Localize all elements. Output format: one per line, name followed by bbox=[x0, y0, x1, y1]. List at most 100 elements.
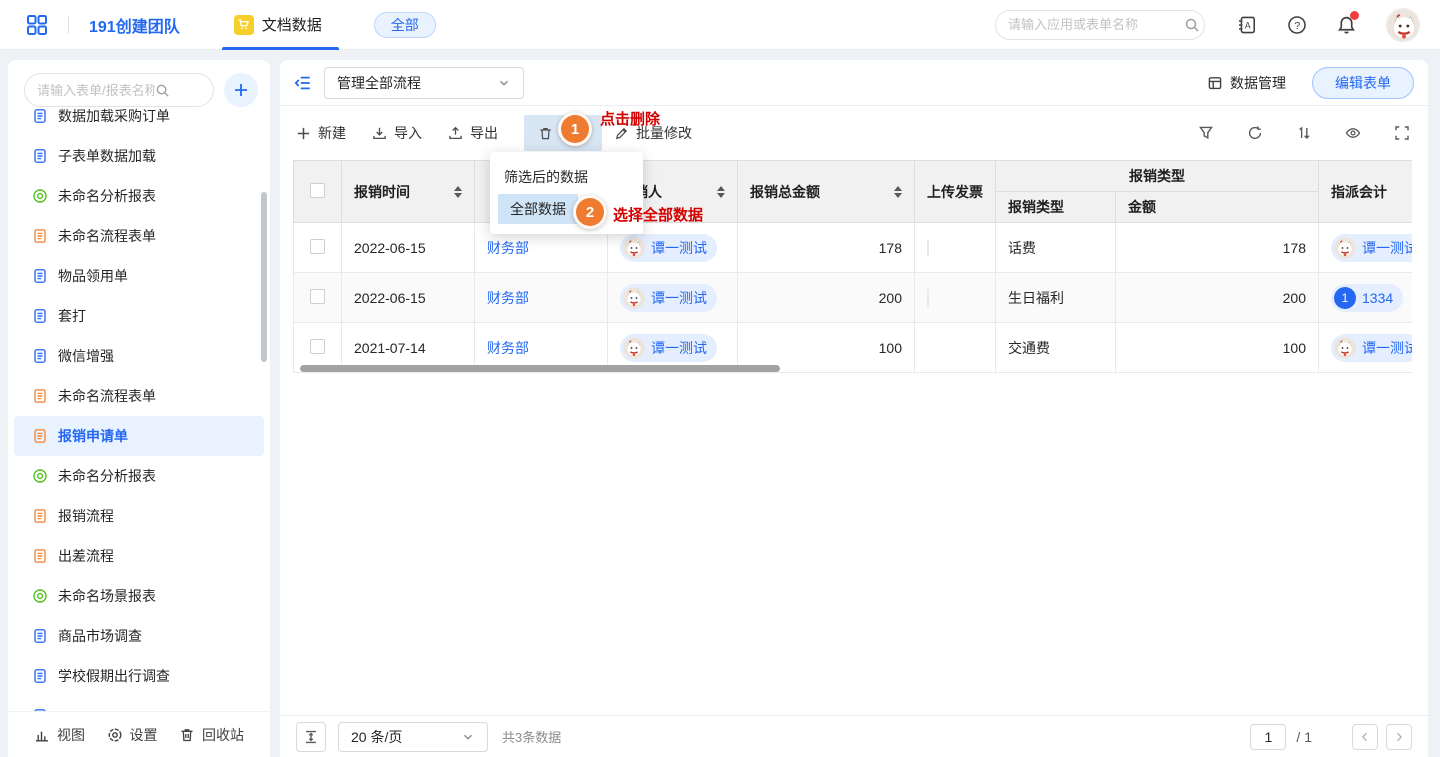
sidebar-item-label: 物品领用单 bbox=[58, 266, 128, 286]
sidebar-item[interactable]: 套打 bbox=[14, 296, 264, 336]
form-doc-icon bbox=[32, 628, 48, 644]
sidebar-item[interactable] bbox=[14, 696, 264, 711]
form-list: 数据加载采购订单 子表单数据加载 未命名分析报表 未命名流程表单 物品领用单 套… bbox=[8, 108, 270, 711]
views-button[interactable]: 视图 bbox=[34, 725, 85, 745]
import-button[interactable]: 导入 bbox=[372, 123, 422, 143]
recycle-bin-button[interactable]: 回收站 bbox=[179, 725, 244, 745]
app-header: 191创建团队 文档数据 全部 A bbox=[0, 0, 1440, 50]
sidebar-item[interactable]: 未命名分析报表 bbox=[14, 176, 264, 216]
page-size-select[interactable]: 20 条/页 bbox=[338, 722, 488, 752]
page-number-input[interactable] bbox=[1250, 724, 1286, 750]
sidebar-item[interactable]: 学校假期出行调查 bbox=[14, 656, 264, 696]
next-page-button[interactable] bbox=[1386, 724, 1412, 750]
cell-date: 2021-07-14 bbox=[354, 340, 426, 356]
col-header-total: 报销总金额 bbox=[750, 182, 820, 202]
user-avatar[interactable] bbox=[1386, 8, 1420, 42]
col-header-time: 报销时间 bbox=[354, 182, 410, 202]
row-checkbox[interactable] bbox=[310, 339, 325, 354]
cell-total: 100 bbox=[879, 340, 902, 356]
table-row[interactable]: 2022-06-15 财务部 谭一测试 178 话费 178 谭一测试 bbox=[294, 223, 1413, 273]
invoice-thumbnail[interactable] bbox=[927, 239, 929, 257]
sidebar-item[interactable]: 商品市场调查 bbox=[14, 616, 264, 656]
contacts-icon[interactable]: A bbox=[1237, 15, 1257, 35]
row-checkbox[interactable] bbox=[310, 289, 325, 304]
bell-icon[interactable] bbox=[1337, 15, 1356, 35]
sidebar-item[interactable]: 出差流程 bbox=[14, 536, 264, 576]
form-doc-icon bbox=[32, 668, 48, 684]
total-count: 共3条数据 bbox=[502, 727, 561, 746]
active-tab-underline bbox=[222, 47, 339, 50]
sidebar-item[interactable]: 未命名流程表单 bbox=[14, 376, 264, 416]
sort-icon[interactable] bbox=[717, 186, 725, 198]
sort-order-icon[interactable] bbox=[1296, 125, 1312, 141]
sidebar-item-label: 未命名流程表单 bbox=[58, 226, 156, 246]
cell-amount: 178 bbox=[1283, 240, 1306, 256]
add-form-button[interactable] bbox=[224, 73, 258, 107]
menu-item-filtered-data[interactable]: 筛选后的数据 bbox=[490, 161, 643, 193]
invoice-thumbnail[interactable] bbox=[927, 289, 929, 307]
row-height-button[interactable] bbox=[296, 722, 326, 752]
main-topbar: 管理全部流程 数据管理 编辑表单 bbox=[280, 60, 1428, 106]
sort-icon[interactable] bbox=[894, 186, 902, 198]
sidebar-item-label: 数据加载采购订单 bbox=[58, 108, 170, 126]
apps-grid-icon[interactable] bbox=[26, 14, 48, 36]
settings-button[interactable]: 设置 bbox=[107, 725, 158, 745]
export-button[interactable]: 导出 bbox=[448, 123, 498, 143]
process-scope-select[interactable]: 管理全部流程 bbox=[324, 67, 524, 99]
form-search[interactable] bbox=[24, 73, 214, 107]
divider bbox=[68, 16, 69, 34]
form-doc-icon bbox=[32, 108, 48, 124]
data-manage-button[interactable]: 数据管理 bbox=[1207, 73, 1286, 93]
form-doc-icon bbox=[32, 268, 48, 284]
notification-dot bbox=[1350, 11, 1359, 20]
visibility-icon[interactable] bbox=[1345, 125, 1361, 141]
prev-page-button[interactable] bbox=[1352, 724, 1378, 750]
table-row[interactable]: 2022-06-15 财务部 谭一测试 200 生日福利 200 11334 bbox=[294, 273, 1413, 323]
edit-form-button[interactable]: 编辑表单 bbox=[1312, 67, 1414, 99]
report-icon bbox=[32, 188, 48, 204]
collapse-sidebar-icon[interactable] bbox=[294, 74, 312, 92]
global-search-input[interactable] bbox=[1008, 17, 1184, 32]
svg-text:A: A bbox=[1245, 20, 1251, 30]
avatar bbox=[1334, 337, 1356, 359]
filter-icon[interactable] bbox=[1198, 125, 1214, 141]
col-group-type: 报销类型 bbox=[1129, 168, 1185, 184]
refresh-icon[interactable] bbox=[1247, 125, 1263, 141]
global-search[interactable] bbox=[995, 10, 1205, 40]
sidebar-scrollbar[interactable] bbox=[261, 192, 267, 362]
sidebar-item[interactable]: 物品领用单 bbox=[14, 256, 264, 296]
sort-icon[interactable] bbox=[454, 186, 462, 198]
cell-type: 生日福利 bbox=[1008, 290, 1064, 306]
fullscreen-icon[interactable] bbox=[1394, 125, 1410, 141]
help-icon[interactable]: ? bbox=[1287, 15, 1307, 35]
sidebar-item[interactable]: 未命名流程表单 bbox=[14, 216, 264, 256]
sidebar-item[interactable]: 未命名分析报表 bbox=[14, 456, 264, 496]
sidebar-item-label: 微信增强 bbox=[58, 346, 114, 366]
sidebar-item[interactable]: 子表单数据加载 bbox=[14, 136, 264, 176]
flow-doc-icon bbox=[32, 548, 48, 564]
report-icon bbox=[32, 468, 48, 484]
sidebar-item[interactable]: 未命名场景报表 bbox=[14, 576, 264, 616]
sidebar-item[interactable]: 数据加载采购订单 bbox=[14, 108, 264, 136]
team-name[interactable]: 191创建团队 bbox=[89, 13, 180, 37]
pagination: / 1 bbox=[1250, 724, 1412, 750]
sidebar-item-label: 商品市场调查 bbox=[58, 626, 142, 646]
row-checkbox[interactable] bbox=[310, 239, 325, 254]
process-scope-value: 管理全部流程 bbox=[337, 73, 421, 93]
sidebar-item[interactable]: 微信增强 bbox=[14, 336, 264, 376]
table-toolbar: 新建 导入 导出 删除 批量修改 bbox=[280, 106, 1428, 160]
filter-all-pill[interactable]: 全部 bbox=[374, 12, 436, 38]
search-icon bbox=[1184, 17, 1200, 33]
new-record-button[interactable]: 新建 bbox=[296, 123, 346, 143]
col-header-subtype: 报销类型 bbox=[1008, 199, 1064, 215]
sidebar-item-label: 未命名分析报表 bbox=[58, 466, 156, 486]
sidebar-item[interactable]: 报销流程 bbox=[14, 496, 264, 536]
flow-doc-icon bbox=[32, 428, 48, 444]
select-all-checkbox[interactable] bbox=[310, 183, 325, 198]
horizontal-scrollbar[interactable] bbox=[300, 365, 780, 372]
sidebar-item-label: 未命名场景报表 bbox=[58, 586, 156, 606]
form-search-input[interactable] bbox=[37, 83, 155, 98]
sidebar-item-selected[interactable]: 报销申请单 bbox=[14, 416, 264, 456]
tab-doc-data[interactable]: 文档数据 bbox=[234, 0, 322, 50]
cell-amount: 100 bbox=[1283, 340, 1306, 356]
